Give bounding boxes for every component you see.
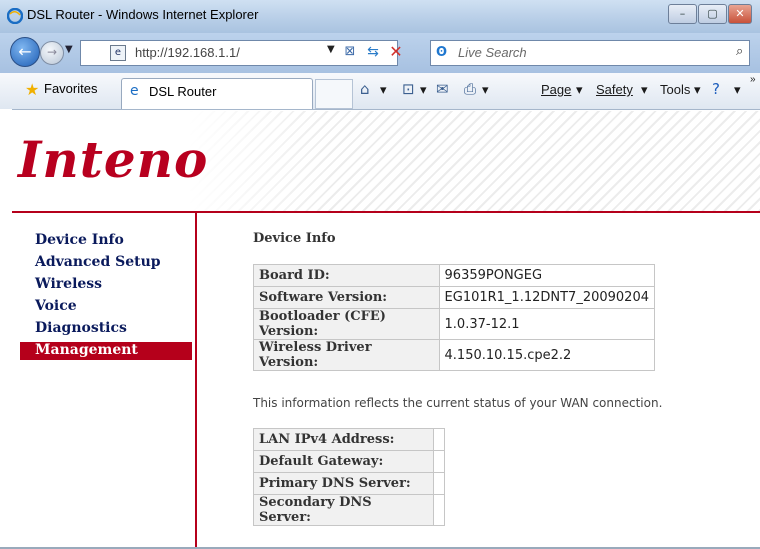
- table-row: Wireless Driver Version: 4.150.10.15.cpe…: [253, 339, 656, 371]
- row-value: [433, 472, 445, 495]
- new-tab-button[interactable]: [315, 79, 353, 109]
- row-label: Wireless Driver Version:: [253, 339, 440, 371]
- favorites-star-icon[interactable]: ★: [25, 80, 39, 99]
- home-dropdown-icon[interactable]: ▾: [380, 82, 387, 98]
- sidebar-item-wireless[interactable]: Wireless: [35, 276, 102, 292]
- tab-ie-icon: e: [130, 83, 139, 99]
- tools-dropdown-icon[interactable]: ▾: [694, 82, 701, 98]
- table-row: LAN IPv4 Address:: [253, 428, 445, 451]
- tab-label[interactable]: DSL Router: [149, 84, 216, 99]
- table-row: Board ID: 96359PONGEG: [253, 264, 656, 287]
- compatibility-view-icon[interactable]: ⊠: [340, 42, 360, 62]
- page-icon: e: [110, 45, 126, 61]
- sidebar-item-management[interactable]: Management: [35, 342, 138, 358]
- sidebar-item-voice[interactable]: Voice: [35, 298, 77, 314]
- row-label: Board ID:: [253, 264, 440, 287]
- back-button[interactable]: ←: [10, 37, 40, 67]
- refresh-icon[interactable]: ⇆: [363, 42, 383, 62]
- viewport-edge: [0, 109, 12, 549]
- feeds-icon[interactable]: ⊡: [402, 80, 415, 98]
- tools-menu[interactable]: Tools: [660, 82, 690, 97]
- mail-icon[interactable]: ✉: [436, 80, 449, 98]
- live-search-logo-icon: ʘ: [436, 45, 448, 60]
- help-dropdown-icon[interactable]: ▾: [734, 82, 741, 98]
- safety-menu[interactable]: Safety: [596, 82, 633, 97]
- inteno-logo: Inteno: [18, 130, 209, 189]
- print-dropdown-icon[interactable]: ▾: [482, 82, 489, 98]
- row-value: EG101R1_1.12DNT7_20090204: [438, 286, 656, 309]
- stop-icon[interactable]: ✕: [385, 42, 407, 62]
- feeds-dropdown-icon[interactable]: ▾: [420, 82, 427, 98]
- page-title: Device Info: [253, 231, 336, 246]
- row-value: 96359PONGEG: [438, 264, 656, 287]
- table-row: Secondary DNS Server:: [253, 494, 445, 526]
- safety-dropdown-icon[interactable]: ▾: [641, 82, 648, 98]
- row-value: 1.0.37-12.1: [438, 308, 656, 340]
- row-label: Software Version:: [253, 286, 440, 309]
- sidebar-item-diagnostics[interactable]: Diagnostics: [35, 320, 127, 336]
- row-label: Secondary DNS Server:: [253, 494, 434, 526]
- ie-logo-icon: [7, 8, 23, 24]
- close-window-button[interactable]: ✕: [728, 4, 752, 24]
- search-placeholder: Live Search: [458, 45, 527, 60]
- chevron-more-icon[interactable]: »: [750, 74, 756, 85]
- row-value: [433, 428, 445, 451]
- maximize-button[interactable]: ▢: [698, 4, 727, 24]
- table-row: Primary DNS Server:: [253, 472, 445, 495]
- sidebar-item-device-info[interactable]: Device Info: [35, 232, 124, 248]
- search-icon[interactable]: ⌕: [736, 44, 743, 59]
- wan-status-note: This information reflects the current st…: [253, 396, 663, 410]
- print-icon[interactable]: ⎙: [464, 80, 476, 98]
- help-icon[interactable]: ?: [712, 80, 720, 98]
- home-icon[interactable]: ⌂: [360, 80, 370, 98]
- forward-button[interactable]: →: [40, 41, 64, 65]
- window-title: DSL Router - Windows Internet Explorer: [27, 7, 259, 22]
- table-row: Default Gateway:: [253, 450, 445, 473]
- address-dropdown-icon[interactable]: ▼: [327, 44, 335, 55]
- device-info-table: Board ID: 96359PONGEG Software Version: …: [253, 264, 656, 371]
- address-url[interactable]: http://192.168.1.1/: [135, 45, 240, 60]
- table-row: Software Version: EG101R1_1.12DNT7_20090…: [253, 286, 656, 309]
- table-row: Bootloader (CFE) Version: 1.0.37-12.1: [253, 308, 656, 340]
- favorites-button[interactable]: Favorites: [44, 81, 97, 96]
- row-value: 4.150.10.15.cpe2.2: [438, 339, 656, 371]
- row-value: [433, 494, 445, 526]
- row-label: LAN IPv4 Address:: [253, 428, 434, 451]
- row-label: Default Gateway:: [253, 450, 434, 473]
- page-dropdown-icon[interactable]: ▾: [576, 82, 583, 98]
- row-label: Primary DNS Server:: [253, 472, 434, 495]
- wan-info-table: LAN IPv4 Address: Default Gateway: Prima…: [253, 428, 445, 526]
- history-dropdown-icon[interactable]: ▼: [65, 44, 73, 55]
- sidebar-item-advanced-setup[interactable]: Advanced Setup: [35, 254, 161, 270]
- minimize-button[interactable]: –: [668, 4, 697, 24]
- row-value: [433, 450, 445, 473]
- row-label: Bootloader (CFE) Version:: [253, 308, 440, 340]
- window-controls: – ▢ ✕: [668, 4, 753, 24]
- page-menu[interactable]: Page: [541, 82, 571, 97]
